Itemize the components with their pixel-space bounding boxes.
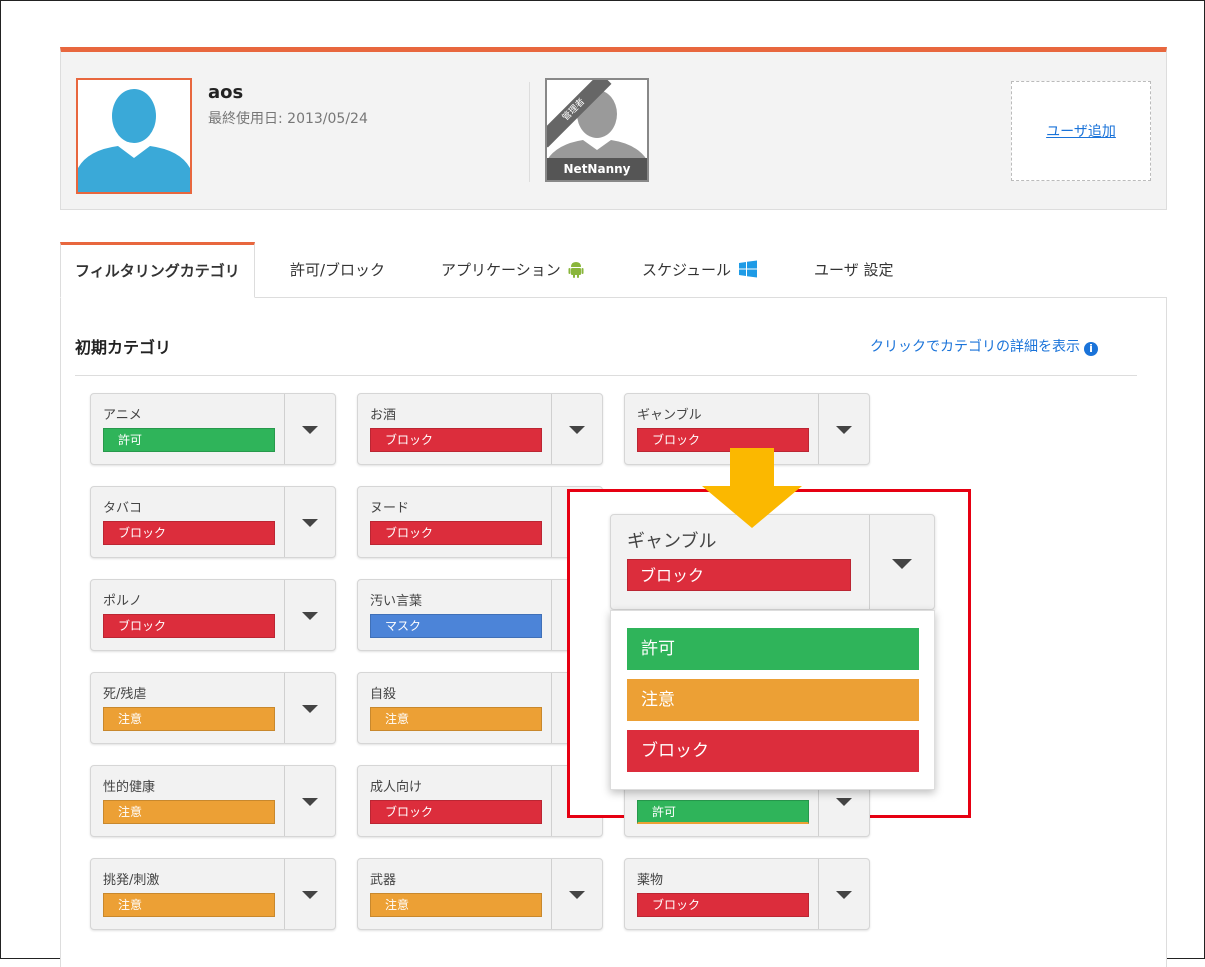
category-dropdown-button[interactable] bbox=[284, 580, 335, 650]
chevron-down-icon bbox=[836, 798, 852, 806]
tab-label: ユーザ 設定 bbox=[814, 261, 894, 279]
chevron-down-icon bbox=[836, 891, 852, 899]
category-name: 死/残虐 bbox=[103, 687, 147, 702]
info-icon: i bbox=[1084, 342, 1098, 356]
divider bbox=[529, 82, 530, 182]
tab-allow-block[interactable]: 許可/ブロック bbox=[290, 242, 385, 298]
category-dropdown-button[interactable] bbox=[284, 673, 335, 743]
category-dropdown-button[interactable] bbox=[818, 394, 869, 464]
category-name: 武器 bbox=[370, 873, 397, 888]
admin-label: NetNanny bbox=[547, 158, 647, 180]
arrow-down-icon bbox=[702, 448, 802, 528]
category-name: ポルノ bbox=[103, 594, 143, 609]
tab-applications[interactable]: アプリケーション bbox=[441, 242, 584, 298]
tab-schedule[interactable]: スケジュール bbox=[642, 242, 757, 298]
category-name: 自殺 bbox=[370, 687, 397, 702]
category-dropdown-button[interactable] bbox=[284, 394, 335, 464]
category-card[interactable]: 死/残虐 注意 bbox=[90, 672, 336, 744]
tab-user-settings[interactable]: ユーザ 設定 bbox=[814, 242, 893, 298]
chevron-down-icon bbox=[836, 426, 852, 434]
tab-label: 許可/ブロック bbox=[290, 261, 386, 279]
category-card[interactable]: タバコ ブロック bbox=[90, 486, 336, 558]
category-name: 汚い言葉 bbox=[370, 594, 423, 609]
category-detail-link[interactable]: クリックでカテゴリの詳細を表示 i bbox=[870, 336, 1098, 356]
category-card[interactable]: ポルノ ブロック bbox=[90, 579, 336, 651]
tab-label: フィルタリングカテゴリ bbox=[75, 262, 240, 280]
category-dropdown-button[interactable] bbox=[284, 766, 335, 836]
category-dropdown-button[interactable] bbox=[818, 859, 869, 929]
category-name: アニメ bbox=[103, 408, 142, 423]
chevron-down-icon bbox=[569, 891, 585, 899]
category-card[interactable]: 挑発/刺激 注意 bbox=[90, 858, 336, 930]
chevron-down-icon bbox=[302, 519, 318, 527]
status-badge: 許可 bbox=[103, 428, 275, 452]
category-name: 挑発/刺激 bbox=[103, 873, 160, 888]
username: aos bbox=[208, 82, 244, 103]
category-name: 薬物 bbox=[637, 873, 664, 888]
tab-label: スケジュール bbox=[642, 261, 731, 279]
chevron-down-icon bbox=[892, 559, 912, 569]
admin-avatar[interactable]: 管理者 NetNanny bbox=[545, 78, 649, 182]
android-icon bbox=[568, 262, 584, 278]
status-badge: ブロック bbox=[103, 614, 275, 638]
tab-filtering-categories[interactable]: フィルタリングカテゴリ bbox=[60, 242, 255, 298]
category-dropdown-button[interactable] bbox=[869, 515, 934, 609]
person-icon bbox=[78, 89, 190, 192]
category-card[interactable]: 薬物 ブロック bbox=[624, 858, 870, 930]
status-badge: 注意 bbox=[370, 893, 542, 917]
menu-item-allow[interactable]: 許可 bbox=[627, 628, 919, 670]
category-dropdown-button[interactable] bbox=[551, 394, 602, 464]
windows-icon bbox=[738, 260, 757, 278]
tab-bar: フィルタリングカテゴリ 許可/ブロック アプリケーション スケジュール ユーザ … bbox=[60, 242, 1167, 298]
category-name: 性的健康 bbox=[103, 780, 156, 795]
chevron-down-icon bbox=[302, 426, 318, 434]
status-badge: ブロック bbox=[103, 521, 275, 545]
section-divider bbox=[75, 375, 1137, 376]
status-badge: ブロック bbox=[637, 893, 809, 917]
category-card[interactable]: 性的健康 注意 bbox=[90, 765, 336, 837]
status-badge: 注意 bbox=[370, 707, 542, 731]
status-badge: 許可 bbox=[637, 800, 809, 824]
user-avatar[interactable] bbox=[76, 78, 192, 194]
chevron-down-icon bbox=[302, 891, 318, 899]
status-badge: マスク bbox=[370, 614, 542, 638]
category-name: ギャンブル bbox=[627, 531, 717, 552]
last-used-date: 最終使用日: 2013/05/24 bbox=[208, 111, 368, 127]
category-card[interactable]: 武器 注意 bbox=[357, 858, 603, 930]
chevron-down-icon bbox=[302, 705, 318, 713]
status-badge: ブロック bbox=[370, 521, 542, 545]
category-dropdown-button[interactable] bbox=[284, 487, 335, 557]
status-badge: 注意 bbox=[103, 800, 275, 824]
status-dropdown-menu: 許可 注意 ブロック bbox=[610, 610, 935, 790]
category-dropdown-button[interactable] bbox=[551, 859, 602, 929]
zoomed-category-card[interactable]: ギャンブル ブロック bbox=[610, 514, 935, 610]
category-name: ヌード bbox=[370, 501, 410, 516]
category-name: タバコ bbox=[103, 501, 143, 516]
category-dropdown-button[interactable] bbox=[284, 859, 335, 929]
category-name: 成人向け bbox=[370, 780, 423, 795]
menu-item-block[interactable]: ブロック bbox=[627, 730, 919, 772]
status-badge: ブロック bbox=[627, 559, 851, 591]
user-panel: aos 最終使用日: 2013/05/24 管理者 NetNanny ユーザ追加 bbox=[60, 47, 1167, 210]
category-card[interactable]: お酒 ブロック bbox=[357, 393, 603, 465]
add-user-link[interactable]: ユーザ追加 bbox=[1046, 121, 1116, 141]
category-name: お酒 bbox=[370, 408, 397, 423]
status-badge: 注意 bbox=[103, 707, 275, 731]
chevron-down-icon bbox=[302, 798, 318, 806]
status-badge: ブロック bbox=[370, 800, 542, 824]
status-badge: ブロック bbox=[370, 428, 542, 452]
chevron-down-icon bbox=[569, 426, 585, 434]
status-badge: 注意 bbox=[103, 893, 275, 917]
chevron-down-icon bbox=[302, 612, 318, 620]
detail-link-label: クリックでカテゴリの詳細を表示 bbox=[870, 339, 1080, 355]
category-name: ギャンブル bbox=[637, 408, 702, 423]
add-user-box[interactable]: ユーザ追加 bbox=[1011, 81, 1151, 181]
tab-label: アプリケーション bbox=[441, 261, 561, 279]
section-title: 初期カテゴリ bbox=[75, 338, 172, 357]
menu-item-caution[interactable]: 注意 bbox=[627, 679, 919, 721]
category-card[interactable]: アニメ 許可 bbox=[90, 393, 336, 465]
